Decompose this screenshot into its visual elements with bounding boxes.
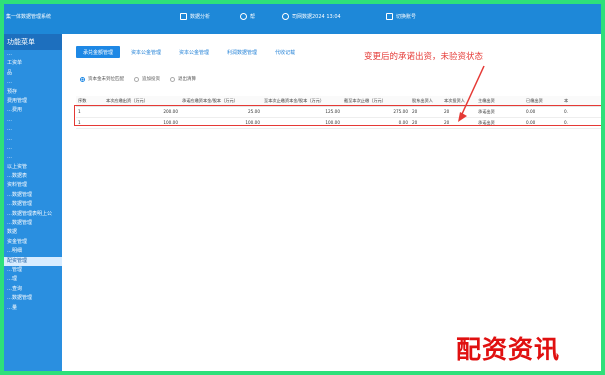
sidebar-item[interactable]: 预存 [4, 88, 62, 97]
sidebar-item[interactable]: 工资单 [4, 59, 62, 68]
sidebar-item[interactable]: … [4, 50, 62, 59]
sidebar-item[interactable]: 费用管理 [4, 97, 62, 106]
screenshot-frame: 集一体数据管理系统 数据分析 帮 司网数据2024 13:04 切换账号 功能菜… [0, 0, 605, 375]
sidebar-item[interactable]: …数据管理 [4, 294, 62, 303]
topbar-item-label: 切换账号 [396, 14, 417, 20]
sidebar: 功能菜单 … 工资单品… 预存 费用管理 …费用…………… 以上资管 …数据表 资料管理 …数据… [4, 34, 62, 371]
tab-capital-reserve-1[interactable]: 资本公金管理 [124, 46, 168, 58]
topbar-item-label: 帮 [250, 14, 256, 20]
sidebar-item[interactable]: 以上资管 [4, 163, 62, 172]
tab-bar: 承兑金额管理 资本公金管理 资本公金管理 利润数据管理 代收记载 [76, 46, 302, 58]
sidebar-item[interactable]: 资金管理 [4, 238, 62, 247]
sidebar-item[interactable]: …明细 [4, 247, 62, 256]
watermark-text: 配资资讯 [456, 335, 561, 364]
radio-dot [134, 76, 139, 82]
sidebar-item[interactable]: … [4, 144, 62, 153]
tab-profit-data[interactable]: 利润数据管理 [220, 46, 264, 58]
annotation-text: 变更后的承诺出资，未验资状态 [364, 52, 484, 62]
tab-commitment-amount[interactable]: 承兑金额管理 [76, 46, 121, 58]
topbar-item-analytics[interactable]: 数据分析 [180, 13, 210, 20]
sidebar-item[interactable]: …理 [4, 275, 62, 284]
radio-exit-liquidation[interactable]: 退出清算 [170, 76, 196, 82]
tab-collection-record[interactable]: 代收记载 [268, 46, 302, 58]
topbar-item-switch-account[interactable]: 切换账号 [386, 13, 416, 20]
sidebar-item[interactable]: …数据管理表明上公 [4, 210, 62, 219]
sidebar-item[interactable]: … [4, 78, 62, 87]
sidebar-item[interactable]: …查询 [4, 285, 62, 294]
logout-icon [386, 13, 393, 20]
topbar-item-datetime[interactable]: 司网数据2024 13:04 [282, 13, 341, 20]
topbar-item-label: 司网数据2024 13:04 [292, 14, 341, 20]
radio-group: 资本金未到位匹配 追加投资 退出清算 [80, 76, 196, 82]
sidebar-title: 功能菜单 [4, 34, 62, 50]
help-icon [240, 13, 247, 20]
sidebar-item[interactable]: … [4, 135, 62, 144]
sidebar-item[interactable]: 数据 [4, 228, 62, 237]
radio-label: 退出清算 [178, 77, 196, 82]
topbar-item-label: 数据分析 [190, 14, 211, 20]
sidebar-item[interactable]: … [4, 125, 62, 134]
clock-icon [282, 13, 289, 20]
sidebar-item[interactable]: …数据表 [4, 172, 62, 181]
radio-label: 追加投资 [142, 77, 160, 82]
radio-dot [80, 76, 85, 82]
sidebar-item[interactable]: …量 [4, 304, 62, 313]
sidebar-item[interactable]: … [4, 116, 62, 125]
top-bar: 集一体数据管理系统 数据分析 帮 司网数据2024 13:04 切换账号 [4, 4, 601, 34]
sidebar-item[interactable]: 配资管理 [4, 256, 62, 266]
sidebar-menu: … 工资单品… 预存 费用管理 …费用…………… 以上资管 …数据表 资料管理 …数据管理 …数据… [4, 50, 62, 313]
home-icon [180, 13, 187, 20]
sidebar-item[interactable]: …管理 [4, 266, 62, 275]
sidebar-item[interactable]: … [4, 153, 62, 162]
highlight-box [74, 105, 601, 126]
sidebar-item[interactable]: …数据管理 [4, 219, 62, 228]
main-content: 承兑金额管理 资本公金管理 资本公金管理 利润数据管理 代收记载 变更后的承诺出… [62, 34, 601, 371]
sidebar-item[interactable]: 资料管理 [4, 181, 62, 190]
radio-label: 资本金未到位匹配 [88, 77, 124, 82]
sidebar-item[interactable]: …数据管理 [4, 191, 62, 200]
radio-additional-investment[interactable]: 追加投资 [134, 76, 160, 82]
radio-dot [170, 76, 175, 82]
topbar-item-help[interactable]: 帮 [240, 13, 255, 20]
system-title: 集一体数据管理系统 [6, 14, 52, 20]
sidebar-item[interactable]: …数据管理 [4, 200, 62, 209]
tab-capital-reserve-2[interactable]: 资本公金管理 [172, 46, 216, 58]
radio-capital-not-in-place[interactable]: 资本金未到位匹配 [80, 76, 124, 82]
sidebar-item[interactable]: …费用 [4, 106, 62, 115]
sidebar-item[interactable]: 品 [4, 69, 62, 78]
